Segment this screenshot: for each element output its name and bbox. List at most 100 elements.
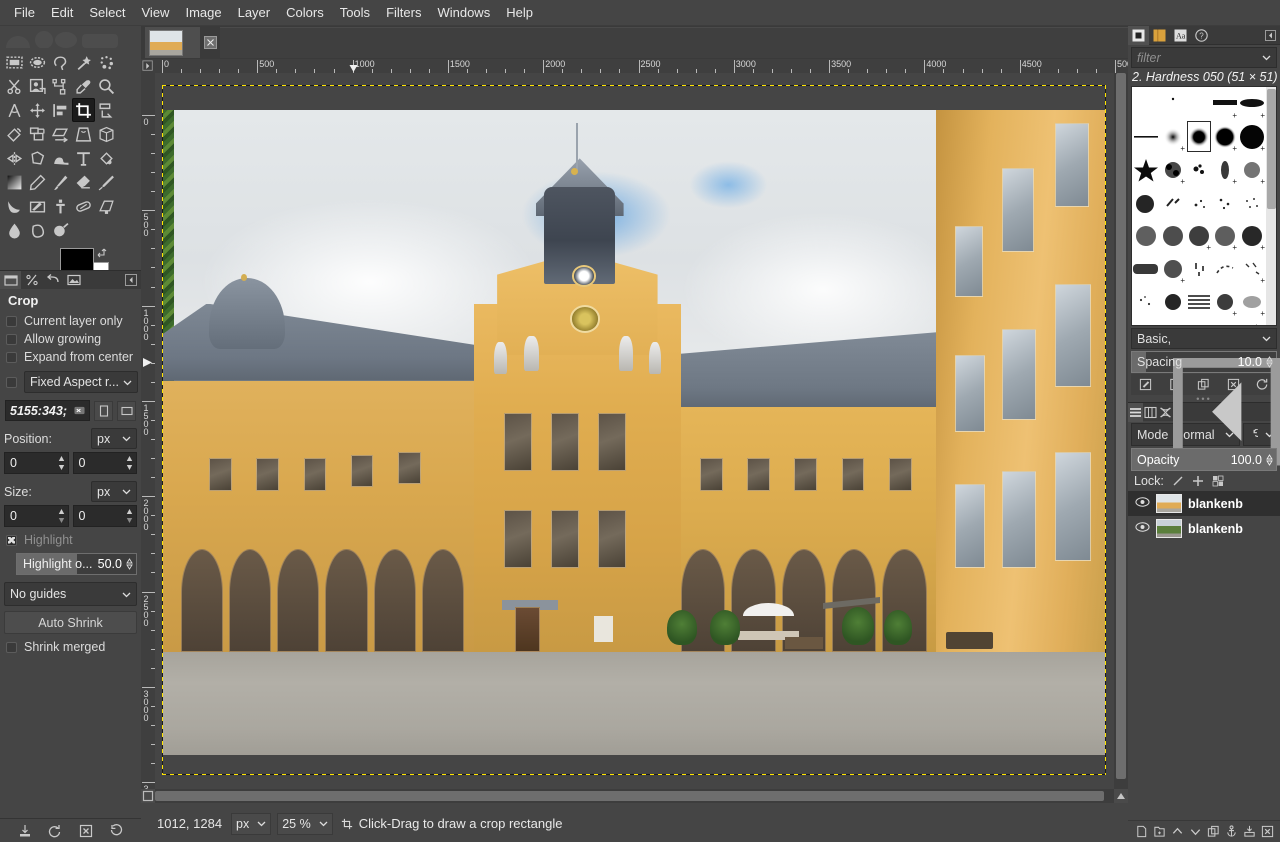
foreground-select-tool[interactable] (26, 74, 49, 98)
option-allow-growing[interactable]: Allow growing (4, 330, 137, 348)
brush-item[interactable]: + (1186, 219, 1212, 252)
measure-tool[interactable] (3, 98, 26, 122)
option-expand-from-center[interactable]: Expand from center (4, 348, 137, 366)
layer-row[interactable]: blankenb (1128, 491, 1280, 516)
3d-transform-tool[interactable] (95, 122, 118, 146)
edit-brush-icon[interactable] (1139, 378, 1152, 391)
brush-filter-input[interactable]: filter (1131, 47, 1277, 68)
tab-layers[interactable] (1128, 402, 1143, 422)
menu-help[interactable]: Help (498, 2, 541, 23)
tab-document-history[interactable]: ? (1191, 26, 1212, 45)
paths-tool[interactable] (49, 74, 72, 98)
brush-item[interactable]: + (1238, 318, 1266, 325)
bucket-fill-tool[interactable] (95, 146, 118, 170)
position-y-input[interactable]: 0 (72, 452, 137, 474)
ellipse-select-tool[interactable] (26, 50, 49, 74)
option-fixed-aspect[interactable]: Fixed Aspect r... (4, 369, 138, 395)
ruler-origin-corner[interactable] (141, 59, 155, 73)
menu-edit[interactable]: Edit (43, 2, 81, 23)
highlight-opacity-slider[interactable]: Highlight o... 50.0 (16, 553, 137, 575)
brush-item[interactable] (1132, 219, 1160, 252)
brush-item[interactable]: + (1160, 120, 1186, 153)
brush-item[interactable] (1160, 318, 1186, 325)
perspective-tool[interactable] (72, 122, 95, 146)
horizontal-ruler[interactable]: 0500100015002000250030003500400045005000 (141, 59, 1128, 73)
brush-item[interactable] (1160, 219, 1186, 252)
swap-colors-icon[interactable] (96, 246, 108, 258)
brush-item[interactable] (1160, 186, 1186, 219)
option-shrink-merged[interactable]: Shrink merged (4, 638, 137, 656)
brush-item[interactable] (1186, 87, 1212, 120)
text-tool[interactable] (72, 146, 95, 170)
brush-item[interactable]: + (1160, 252, 1186, 285)
paintbrush-tool[interactable] (49, 170, 72, 194)
spinner-arrows-icon[interactable] (126, 455, 133, 471)
alignment-tool[interactable] (49, 98, 72, 122)
merge-down-icon[interactable] (1243, 825, 1256, 838)
reset-tool-options-icon[interactable] (109, 823, 123, 838)
aspect-ratio-input[interactable]: 5155:343; (5, 400, 90, 421)
canvas-vertical-scrollbar[interactable] (1114, 73, 1128, 789)
lower-layer-icon[interactable] (1189, 825, 1202, 838)
duplicate-layer-icon[interactable] (1207, 825, 1220, 838)
dodge-burn-tool[interactable] (49, 218, 72, 242)
spinner-arrows-icon[interactable] (58, 508, 65, 524)
tab-undo-history[interactable] (42, 271, 63, 290)
position-x-input[interactable]: 0 (4, 452, 69, 474)
brush-item[interactable] (1186, 252, 1212, 285)
gradient-tool[interactable] (3, 170, 26, 194)
menu-windows[interactable]: Windows (429, 2, 498, 23)
lock-position-icon[interactable] (1192, 475, 1204, 487)
new-layer-icon[interactable] (1135, 825, 1148, 838)
tab-patterns[interactable] (1149, 26, 1170, 45)
chevron-down-icon[interactable] (1262, 53, 1271, 62)
tab-fonts[interactable]: Aa (1170, 26, 1191, 45)
brush-item[interactable]: + (1212, 87, 1238, 120)
menu-select[interactable]: Select (81, 2, 133, 23)
fuzzy-select-tool[interactable] (72, 50, 95, 74)
scrollbar-thumb[interactable] (155, 791, 1104, 801)
rotate-tool[interactable] (3, 122, 26, 146)
size-width-input[interactable]: 0 (4, 505, 69, 527)
brush-item[interactable] (1132, 87, 1160, 120)
brush-item[interactable] (1132, 186, 1160, 219)
delete-layer-icon[interactable] (1261, 825, 1274, 838)
vertical-ruler[interactable]: 0500100015002000250030003500 (141, 73, 155, 789)
layer-visibility-icon[interactable] (1135, 496, 1150, 511)
select-by-color-tool[interactable] (95, 50, 118, 74)
statusbar-zoom-combo[interactable]: 25 % (277, 812, 333, 835)
tab-paths[interactable] (1158, 403, 1173, 422)
brush-grid[interactable]: + + + + + + + + + + + + + + + (1132, 87, 1266, 325)
spinner-arrows-icon[interactable] (1266, 453, 1276, 466)
tab-channels[interactable] (1143, 403, 1158, 422)
scrollbar-thumb[interactable] (1267, 89, 1276, 209)
brush-item[interactable]: + (1238, 252, 1266, 285)
crop-edge-bottom[interactable] (162, 774, 1106, 775)
canvas-horizontal-scrollbar[interactable] (155, 789, 1114, 803)
tab-device-status[interactable] (21, 271, 42, 290)
color-picker-tool[interactable] (72, 74, 95, 98)
menu-colors[interactable]: Colors (278, 2, 332, 23)
brush-item[interactable]: + (1238, 120, 1266, 153)
checkbox-fixed[interactable] (6, 376, 17, 388)
clear-icon[interactable] (74, 405, 85, 416)
brush-item[interactable] (1160, 285, 1186, 318)
clone-tool[interactable] (49, 194, 72, 218)
spinner-arrows-icon[interactable] (1266, 356, 1276, 368)
rect-select-tool[interactable] (3, 50, 26, 74)
layer-visibility-icon[interactable] (1135, 521, 1150, 536)
scissors-select-tool[interactable] (3, 74, 26, 98)
crop-tool[interactable] (72, 98, 95, 122)
brush-item[interactable] (1132, 318, 1160, 325)
brush-item-selected[interactable] (1186, 120, 1212, 153)
statusbar-unit-combo[interactable]: px (231, 812, 272, 835)
checkbox-allow-growing[interactable] (6, 333, 17, 345)
menu-layer[interactable]: Layer (230, 2, 279, 23)
brush-item[interactable]: + (1238, 153, 1266, 186)
menu-filters[interactable]: Filters (378, 2, 429, 23)
brush-item[interactable] (1132, 120, 1160, 153)
option-highlight[interactable]: Highlight (4, 531, 137, 549)
brush-item[interactable]: + (1238, 87, 1266, 120)
brush-item[interactable]: + (1212, 120, 1238, 153)
close-icon[interactable] (204, 36, 217, 49)
